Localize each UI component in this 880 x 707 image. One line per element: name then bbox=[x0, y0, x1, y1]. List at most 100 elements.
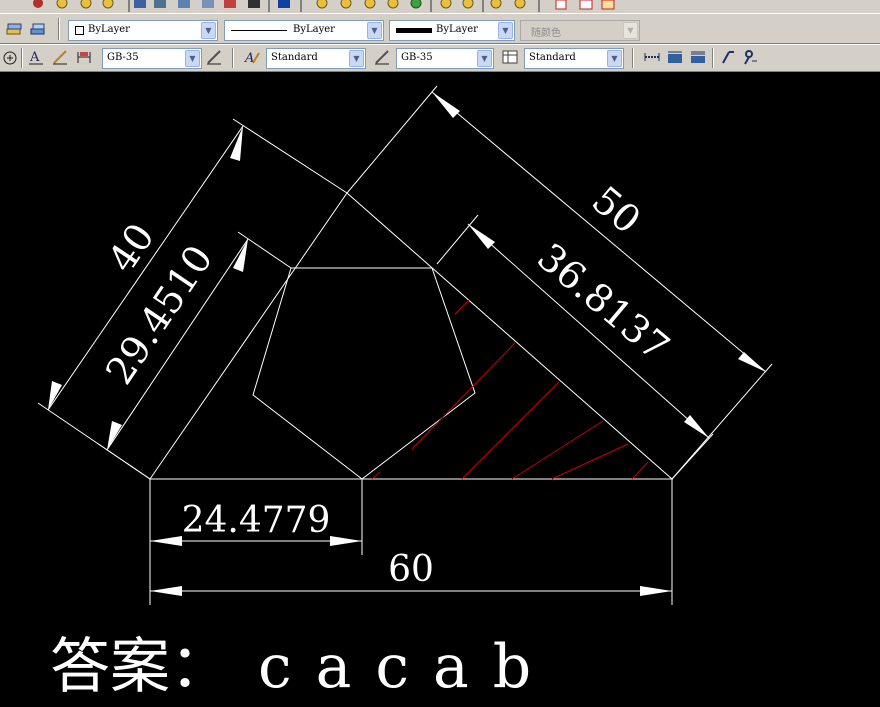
chevron-down-icon[interactable]: ▼ bbox=[185, 50, 200, 67]
styles-toolbar: A GB-35 ▼ A Standard ▼ GB-35 ▼ Standard … bbox=[0, 44, 880, 71]
table-icon[interactable] bbox=[502, 49, 518, 65]
dim-edit-icon[interactable] bbox=[52, 49, 68, 65]
standard-toolbar bbox=[0, 0, 880, 14]
layer-manager-icon[interactable] bbox=[6, 21, 22, 37]
text-style-icon[interactable]: A bbox=[28, 49, 44, 65]
dim-29-extension-bottom bbox=[96, 442, 151, 480]
dim-continue-icon[interactable] bbox=[690, 49, 706, 65]
dimension-style-icon[interactable] bbox=[76, 49, 92, 65]
color-swatch bbox=[75, 26, 84, 35]
answer-label: 答案： bbox=[50, 632, 230, 702]
arrow-24-right bbox=[330, 536, 362, 546]
zoom-extents-icon[interactable] bbox=[387, 0, 399, 9]
zoom-realtime-icon[interactable] bbox=[56, 0, 68, 9]
dim-baseline-icon[interactable] bbox=[667, 49, 683, 65]
separator bbox=[58, 18, 60, 40]
chevron-down-icon[interactable]: ▼ bbox=[607, 50, 622, 67]
drawing-canvas[interactable]: 40 29.4510 50 36.8137 24.4779 60 答案： caca… bbox=[0, 72, 880, 707]
dim-60-text[interactable]: 60 bbox=[388, 549, 434, 590]
pentagon-outline[interactable] bbox=[252, 267, 476, 480]
table-style-dropdown[interactable]: GB-35 ▼ bbox=[396, 48, 494, 69]
arrow-29-bottom bbox=[107, 421, 122, 450]
pdf-export-icon[interactable] bbox=[579, 0, 593, 10]
table-style-edit-icon[interactable] bbox=[374, 49, 390, 65]
zoom-previous-icon[interactable] bbox=[102, 0, 114, 9]
dim-linear-icon[interactable] bbox=[644, 49, 660, 65]
color-control-dropdown[interactable]: ByLayer ▼ bbox=[68, 20, 218, 41]
dimension-text-style-icon[interactable]: A bbox=[244, 49, 260, 65]
arrow-50-left bbox=[432, 92, 460, 118]
chevron-down-icon[interactable]: ▼ bbox=[201, 22, 216, 39]
toolbar-area: ByLayer ▼ ByLayer ▼ ByLayer ▼ 随颜色 ▼ A GB… bbox=[0, 0, 880, 72]
multileader-align-icon[interactable] bbox=[742, 49, 758, 65]
multileader-style-dropdown[interactable]: Standard ▼ bbox=[524, 48, 624, 69]
dim-style-edit-icon[interactable] bbox=[206, 49, 222, 65]
svg-text:A: A bbox=[29, 50, 40, 65]
chevron-down-icon: ▼ bbox=[623, 22, 638, 39]
multileader-icon[interactable] bbox=[720, 49, 736, 65]
dim-50-line[interactable] bbox=[431, 91, 767, 373]
arrow-24-left bbox=[150, 536, 182, 546]
calculator-icon[interactable] bbox=[248, 0, 260, 8]
tool-palettes-icon[interactable] bbox=[178, 0, 190, 8]
chevron-down-icon[interactable]: ▼ bbox=[477, 50, 492, 67]
lineweight-preview bbox=[396, 28, 432, 33]
arrow-40-bottom bbox=[48, 381, 62, 410]
dim-36-extension-top bbox=[436, 214, 479, 265]
sheet-set-icon[interactable] bbox=[202, 0, 214, 8]
zoom-center-icon[interactable] bbox=[462, 0, 474, 9]
dim-40-extension-top bbox=[232, 118, 348, 194]
arrow-36-top bbox=[468, 224, 495, 249]
zoom-in-icon[interactable] bbox=[316, 0, 328, 9]
answer-value: cacab bbox=[258, 632, 556, 702]
arrow-29-top bbox=[233, 239, 248, 272]
linetype-control-value: ByLayer bbox=[293, 24, 335, 35]
plotstyle-control-value: 随颜色 bbox=[531, 28, 561, 39]
chevron-down-icon[interactable]: ▼ bbox=[349, 50, 364, 67]
pdf-import-icon[interactable] bbox=[601, 0, 615, 10]
dimension-style-dropdown[interactable]: Standard ▼ bbox=[266, 48, 366, 69]
chevron-down-icon[interactable]: ▼ bbox=[367, 22, 382, 39]
layer-previous-icon[interactable] bbox=[30, 21, 46, 37]
lineweight-control-value: ByLayer bbox=[436, 24, 478, 35]
separator bbox=[232, 48, 234, 68]
arrow-40-top bbox=[230, 126, 243, 161]
properties-icon[interactable] bbox=[134, 0, 146, 8]
cad-drawing: 40 29.4510 50 36.8137 24.4779 60 bbox=[37, 85, 773, 605]
linetype-control-dropdown[interactable]: ByLayer ▼ bbox=[224, 20, 384, 41]
chevron-down-icon[interactable]: ▼ bbox=[498, 22, 513, 39]
multileader-style-value: Standard bbox=[529, 52, 576, 63]
markup-icon[interactable] bbox=[224, 0, 236, 8]
zoom-dynamic-icon[interactable] bbox=[490, 0, 502, 9]
pdf-icon[interactable] bbox=[555, 0, 567, 10]
linetype-preview bbox=[231, 30, 287, 31]
dim-36-extension-bottom bbox=[671, 433, 714, 480]
properties-toolbar: ByLayer ▼ ByLayer ▼ ByLayer ▼ 随颜色 ▼ bbox=[0, 15, 880, 44]
text-style-dropdown[interactable]: GB-35 ▼ bbox=[102, 48, 202, 69]
paint-icon[interactable] bbox=[33, 0, 43, 8]
help-icon[interactable] bbox=[278, 0, 290, 8]
svg-text:A: A bbox=[244, 51, 254, 65]
dim-50-text[interactable]: 50 bbox=[584, 178, 649, 243]
plotstyle-control-dropdown: 随颜色 ▼ bbox=[520, 20, 640, 41]
answer-text: 答案： cacab bbox=[50, 627, 555, 707]
zoom-all-icon[interactable] bbox=[364, 0, 376, 9]
zoom-object-icon[interactable] bbox=[410, 0, 422, 9]
arrow-60-left bbox=[150, 586, 182, 596]
separator bbox=[21, 48, 23, 68]
dim-40-text[interactable]: 40 bbox=[99, 215, 163, 280]
lineweight-control-dropdown[interactable]: ByLayer ▼ bbox=[389, 20, 515, 41]
zoom-out-icon[interactable] bbox=[340, 0, 352, 9]
design-center-icon[interactable] bbox=[154, 0, 166, 8]
dim-36-text[interactable]: 36.8137 bbox=[529, 235, 678, 370]
snap-target-icon[interactable] bbox=[2, 50, 18, 66]
dim-50-extension-top bbox=[346, 85, 438, 194]
zoom-window-icon[interactable] bbox=[80, 0, 92, 9]
color-control-value: ByLayer bbox=[88, 24, 130, 35]
dim-24-text[interactable]: 24.4779 bbox=[182, 500, 331, 541]
arrow-36-bottom bbox=[684, 415, 709, 438]
dimension-style-value: Standard bbox=[271, 52, 318, 63]
table-style-value: GB-35 bbox=[401, 52, 433, 63]
zoom-scale-icon[interactable] bbox=[440, 0, 452, 9]
zoom-previous2-icon[interactable] bbox=[514, 0, 526, 9]
